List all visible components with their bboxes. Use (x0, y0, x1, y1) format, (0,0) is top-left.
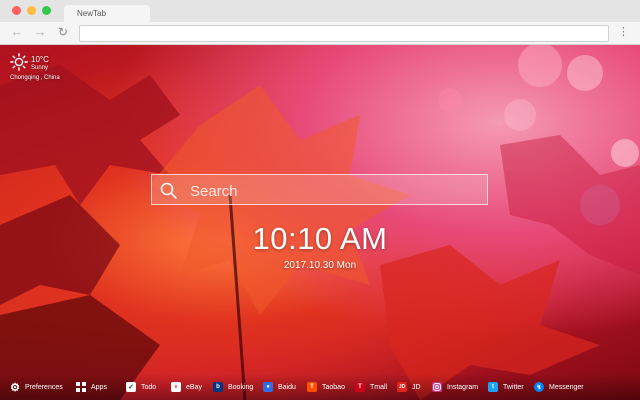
link-label: Todo (141, 383, 157, 391)
twitter-link[interactable]: t Twitter (488, 381, 524, 393)
clock-date: 2017.10.30 Mon (283, 260, 357, 271)
jd-icon: JD (397, 382, 407, 392)
title-bar: NewTab (0, 0, 640, 22)
browser-toolbar: ← → ↻ ⋮ (0, 22, 640, 45)
messenger-link[interactable]: ↯ Messenger (534, 381, 584, 393)
tab-title: NewTab (77, 9, 106, 18)
gear-icon: ⚙ (10, 381, 20, 394)
browser-menu-icon[interactable]: ⋮ (618, 25, 629, 40)
preferences-link[interactable]: ⚙ Preferences (10, 381, 63, 394)
link-label: Taobao (322, 383, 345, 391)
messenger-icon: ↯ (534, 382, 544, 392)
search-input[interactable] (188, 179, 482, 203)
bottom-bar: ⚙ Preferences Apps ✓ Todo e eBay b Booki… (0, 374, 640, 400)
todo-link[interactable]: ✓ Todo (126, 381, 156, 393)
taobao-link[interactable]: T Taobao (307, 381, 345, 393)
ebay-icon: e (171, 382, 181, 392)
twitter-icon: t (488, 382, 498, 392)
baidu-link[interactable]: ● Baidu (263, 381, 296, 393)
maximize-window-button[interactable] (42, 6, 51, 15)
search-icon[interactable] (160, 182, 177, 199)
apps-link[interactable]: Apps (76, 381, 107, 393)
ebay-link[interactable]: e eBay (171, 381, 202, 393)
tmall-link[interactable]: T Tmall (355, 381, 387, 393)
browser-window: NewTab ← → ↻ ⋮ 10°C Sunny Chongqing , Ch… (0, 0, 640, 400)
jd-link[interactable]: JD JD (397, 381, 421, 393)
weather-temperature: 10°C (31, 55, 49, 64)
link-label: Tmall (370, 383, 388, 391)
link-label: Preferences (25, 383, 63, 391)
link-label: Instagram (447, 383, 479, 391)
link-label: Baidu (278, 383, 296, 391)
todo-check-icon: ✓ (126, 382, 136, 392)
booking-icon: b (213, 382, 223, 392)
booking-link[interactable]: b Booking (213, 381, 253, 393)
new-tab-page: 10°C Sunny Chongqing , China 10:10 AM 20… (0, 45, 640, 400)
reload-icon[interactable]: ↻ (56, 25, 70, 39)
sun-icon (10, 53, 28, 71)
back-arrow-icon[interactable]: ← (10, 25, 24, 39)
link-label: eBay (186, 383, 202, 391)
taobao-icon: T (307, 382, 317, 392)
link-label: Messenger (549, 383, 584, 391)
tab-newtab[interactable]: NewTab (64, 5, 150, 22)
apps-grid-icon (76, 382, 86, 392)
forward-arrow-icon[interactable]: → (33, 25, 47, 39)
weather-condition: Sunny (31, 65, 49, 71)
instagram-link[interactable]: Instagram (432, 381, 478, 393)
link-label: JD (412, 383, 421, 391)
minimize-window-button[interactable] (27, 6, 36, 15)
link-label: Twitter (503, 383, 524, 391)
link-label: Apps (91, 383, 107, 391)
tmall-icon: T (355, 382, 365, 392)
baidu-icon: ● (263, 382, 273, 392)
weather-location: Chongqing , China (10, 75, 60, 81)
instagram-icon (432, 382, 442, 392)
address-bar[interactable] (79, 25, 609, 42)
search-box (151, 174, 488, 205)
close-window-button[interactable] (12, 6, 21, 15)
link-label: Booking (228, 383, 254, 391)
clock-time: 10:10 AM (252, 221, 388, 256)
